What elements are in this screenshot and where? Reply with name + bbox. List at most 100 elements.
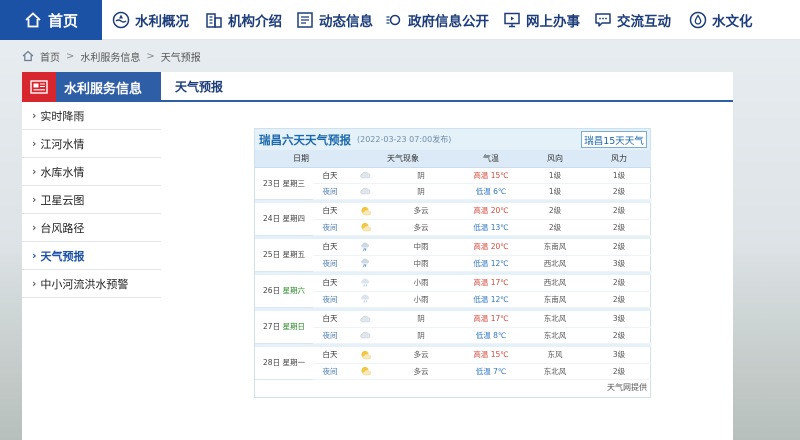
list-document-icon: [296, 11, 314, 29]
nav-item-interaction[interactable]: 交流互动: [594, 10, 671, 30]
period-label: 白天: [313, 311, 347, 328]
wind-force: 3级: [587, 311, 651, 328]
nav-home-label: 首页: [47, 11, 78, 30]
nav-item-water-overview[interactable]: 水利概况: [112, 10, 189, 30]
table-row: 25日 星期五 白天 中雨 高温 20℃ 东南风 2级: [255, 239, 651, 272]
cloudy-icon: [359, 314, 371, 323]
weather-condition: 中雨: [383, 255, 459, 272]
home-icon: [24, 11, 42, 29]
sidebar-item-river-level[interactable]: › 江河水情: [22, 130, 161, 158]
weather-icon-cell: [347, 183, 383, 200]
wind-force: 3级: [587, 255, 651, 272]
wind-direction: 2级: [523, 203, 587, 220]
period-label: 夜间: [313, 219, 347, 236]
sidebar-item-label: 水库水情: [40, 165, 85, 179]
weather-icon-cell: [347, 363, 383, 380]
weather-condition: 多云: [383, 219, 459, 236]
weather-published: (2022-03-23 07:00发布): [357, 135, 452, 144]
sidebar-item-label: 中小河流洪水预警: [40, 277, 129, 291]
nav-item-organization[interactable]: 机构介绍: [205, 10, 282, 30]
wind-force: 2级: [587, 363, 651, 380]
sidebar-item-satellite-cloud[interactable]: › 卫星云图: [22, 186, 161, 214]
period-label: 夜间: [313, 183, 347, 200]
wind-force: 2级: [587, 219, 651, 236]
temperature-label: 低温: [475, 330, 494, 340]
sidebar-menu: › 实时降雨 › 江河水情 › 水库水情 › 卫星云图 › 台风路径 › 天气预报 › 中小河…: [22, 102, 161, 298]
nav-home-button[interactable]: 首页: [0, 0, 102, 40]
weather-condition: 小雨: [383, 291, 459, 308]
period-label: 白天: [313, 203, 347, 220]
info-open-icon: [385, 11, 403, 29]
wind-force: 2级: [587, 239, 651, 256]
weekday-label: 星期五: [282, 250, 305, 260]
temperature-value: 17℃: [490, 278, 509, 288]
sidebar-item-reservoir-level[interactable]: › 水库水情: [22, 158, 161, 186]
table-row: 夜间 多云 低温 13℃ 2级 2级: [255, 219, 651, 236]
date-label: 27日: [263, 322, 283, 332]
weather-icon-cell: [347, 203, 383, 220]
15-day-weather-link[interactable]: 瑞昌15天天气: [581, 131, 647, 148]
temperature-label: 高温: [473, 206, 491, 216]
wind-force: 2级: [587, 291, 651, 308]
weather-condition: 阴: [383, 183, 459, 200]
nav-item-online-service[interactable]: 网上办事: [503, 10, 580, 30]
nav-item-label: 动态信息: [319, 13, 373, 30]
temperature-cell: 高温 17℃: [459, 311, 523, 328]
building-icon: [205, 11, 223, 29]
breadcrumb-separator: >: [66, 50, 75, 62]
sidebar-item-realtime-rain[interactable]: › 实时降雨: [22, 102, 161, 130]
sidebar-item-typhoon-path[interactable]: › 台风路径: [22, 214, 161, 242]
temperature-value: 20℃: [490, 242, 509, 252]
temperature-value: 7℃: [493, 366, 507, 376]
wind-force: 2级: [587, 275, 651, 292]
nav-item-label: 政府信息公开: [408, 13, 489, 30]
weather-condition: 小雨: [383, 275, 459, 292]
temperature-label: 高温: [473, 278, 491, 288]
temperature-cell: 高温 20℃: [459, 203, 523, 220]
temperature-cell: 低温 13℃: [459, 219, 523, 236]
water-drop-ripple-icon: [112, 11, 130, 29]
weather-icon-cell: [347, 275, 383, 292]
breadcrumb-link-service[interactable]: 水利服务信息: [80, 49, 140, 64]
light-rain-icon: [359, 294, 371, 303]
wind-force: 1级: [587, 167, 651, 184]
header-date: 日期: [255, 150, 347, 168]
weekday-label: 星期日: [282, 322, 305, 332]
wind-direction: 东南风: [523, 239, 587, 256]
weather-title: 瑞昌六天天气预报: [259, 132, 351, 147]
weather-icon-cell: [347, 167, 383, 184]
top-navigation: 首页 水利概况 机构介绍 动态信息 政府信息公开 网上办事 交流互动 水文化: [0, 0, 800, 40]
chevron-right-icon: ›: [32, 165, 37, 178]
table-header-row: 日期 天气现象 气温 风向 风力: [255, 150, 651, 168]
sidebar-item-flood-warning[interactable]: › 中小河流洪水预警: [22, 270, 161, 298]
weather-icon-cell: [347, 239, 383, 256]
temperature-value: 17℃: [490, 314, 509, 324]
cloudy-icon: [359, 170, 371, 179]
temperature-value: 13℃: [490, 222, 509, 232]
sidebar-item-weather-forecast[interactable]: › 天气预报: [22, 242, 161, 270]
nav-item-gov-info[interactable]: 政府信息公开: [385, 10, 489, 30]
nav-item-news[interactable]: 动态信息: [296, 10, 373, 30]
temperature-cell: 高温 17℃: [459, 275, 523, 292]
partly-cloudy-icon: [359, 206, 371, 215]
temperature-cell: 低温 6℃: [459, 183, 523, 200]
temperature-cell: 高温 15℃: [459, 347, 523, 364]
sidebar-item-label: 江河水情: [40, 137, 85, 151]
table-row: 夜间 多云 低温 7℃ 东北风 2级: [255, 363, 651, 380]
temperature-value: 12℃: [490, 258, 509, 268]
breadcrumb-link-home[interactable]: 首页: [40, 49, 60, 64]
light-rain-icon: [359, 278, 371, 287]
weather-table: 日期 天气现象 气温 风向 风力 23日 星期三 白天阴高温 15℃ 1级 1级 夜间阴…: [255, 150, 651, 380]
cloudy-icon: [359, 186, 371, 195]
nav-item-water-culture[interactable]: 水文化: [689, 10, 753, 30]
date-cell: 23日 星期三: [255, 167, 313, 200]
weekday-label: 星期六: [282, 286, 305, 296]
table-row: 夜间 小雨 低温 12℃ 东南风 2级: [255, 291, 651, 308]
chevron-right-icon: ›: [32, 109, 37, 122]
nav-item-label: 交流互动: [617, 13, 671, 30]
wind-direction: 西北风: [523, 255, 587, 272]
sidebar-title: 水利服务信息: [64, 81, 143, 97]
period-label: 白天: [313, 275, 347, 292]
wind-direction: 东北风: [523, 363, 587, 380]
newspaper-icon: [22, 72, 56, 102]
